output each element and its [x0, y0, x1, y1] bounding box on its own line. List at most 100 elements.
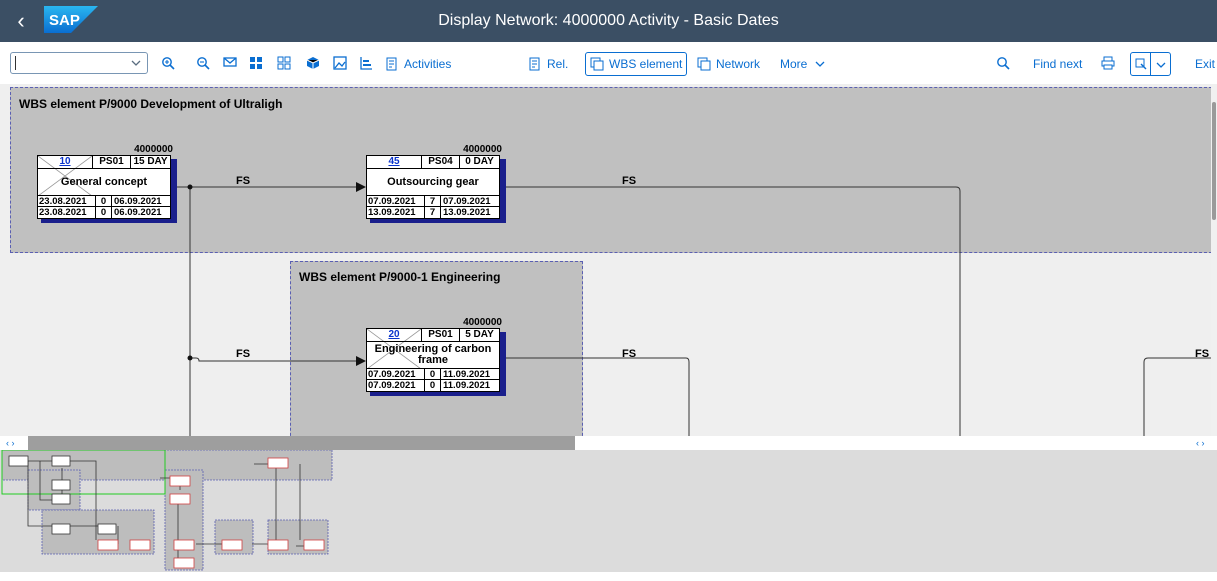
settings-toggle[interactable]: [1130, 52, 1171, 76]
overview-critical-node: [173, 539, 195, 551]
activities-button[interactable]: Activities: [385, 52, 451, 76]
network-number: 4000000: [463, 144, 502, 155]
zoom-out-icon[interactable]: [192, 53, 214, 75]
settings-icon[interactable]: [1131, 53, 1151, 75]
text-caret: [15, 56, 16, 70]
chevron-down-icon[interactable]: [127, 53, 145, 73]
network-label: Network: [716, 57, 761, 71]
date-start: 23.08.2021: [39, 196, 87, 207]
date-finish: 06.09.2021: [111, 207, 170, 218]
vertical-scrollbar[interactable]: [1211, 84, 1217, 436]
activity-name: General concept: [38, 169, 170, 196]
horizontal-scrollbar[interactable]: ‹ › ‹ ›: [0, 436, 1217, 450]
overview-critical-node: [129, 539, 151, 551]
chevron-down-icon[interactable]: [1151, 53, 1171, 75]
junction-dot: [187, 355, 193, 361]
overview-critical-node: [97, 539, 119, 551]
overview-node: [51, 479, 71, 491]
overview-critical-node: [303, 539, 325, 551]
scroll-arrows-icon[interactable]: ‹ ›: [6, 436, 15, 450]
rel-button[interactable]: Rel.: [528, 52, 568, 76]
date-row: 07.09.2021 0 11.09.2021: [367, 380, 499, 391]
duration: 15 DAY: [130, 156, 170, 168]
control-key: PS01: [92, 156, 130, 168]
float: 0: [95, 196, 111, 207]
activity-node[interactable]: 10 PS01 15 DAY General concept 23.08.202…: [37, 144, 177, 223]
activities-label: Activities: [404, 57, 452, 71]
exit-label: Exit: [1195, 57, 1216, 71]
overview-critical-node: [267, 539, 289, 551]
activity-node[interactable]: 45 PS04 0 DAY Outsourcing gear 07.09.202…: [366, 144, 506, 223]
exit-button[interactable]: Exit: [1195, 52, 1215, 76]
float: 0: [424, 369, 440, 380]
float: 7: [424, 207, 440, 218]
node-body: 20 PS01 5 DAY Engineering of carbon fram…: [366, 328, 500, 392]
float: 7: [424, 196, 440, 207]
relationship-label: FS: [1195, 348, 1210, 360]
activity-name: Engineering of carbon frame: [367, 342, 499, 369]
float: 0: [424, 380, 440, 391]
overview-critical-node: [173, 557, 195, 569]
activity-name: Outsourcing gear: [367, 169, 499, 196]
cube-icon[interactable]: [302, 53, 324, 75]
overview-minimap[interactable]: [0, 449, 1217, 572]
date-row: 13.09.2021 7 13.09.2021: [367, 207, 499, 218]
float: 0: [95, 207, 111, 218]
date-finish: 11.09.2021: [440, 369, 499, 380]
find-next-button[interactable]: Find next: [1033, 52, 1082, 76]
title-bar: ‹ SAP Display Network: 4000000 Activity …: [0, 0, 1217, 42]
back-button[interactable]: ‹: [6, 6, 36, 36]
network-button[interactable]: Network: [697, 52, 760, 76]
date-start: 07.09.2021: [368, 196, 416, 207]
network-graphic-canvas[interactable]: WBS element P/9000 Development of Ultral…: [0, 84, 1217, 436]
command-field[interactable]: [10, 52, 148, 74]
relationship-line: [1143, 357, 1217, 436]
activity-node[interactable]: 20 PS01 5 DAY Engineering of carbon fram…: [366, 317, 506, 396]
print-icon[interactable]: [1097, 53, 1119, 75]
scrollbar-thumb[interactable]: [28, 436, 575, 450]
find-next-label: Find next: [1033, 57, 1083, 71]
network-number: 4000000: [134, 144, 173, 155]
date-row: 23.08.2021 0 06.09.2021: [38, 207, 170, 218]
chart-icon[interactable]: [355, 53, 377, 75]
more-label: More: [780, 57, 808, 71]
arrowhead: [356, 182, 366, 192]
relationship-line: [174, 186, 191, 436]
scrollbar-thumb[interactable]: [1212, 102, 1216, 220]
image-icon[interactable]: [329, 53, 351, 75]
grid-icon[interactable]: [245, 53, 267, 75]
network-overview[interactable]: [0, 449, 1217, 572]
node-header: 45 PS04 0 DAY: [367, 156, 499, 169]
date-start: 13.09.2021: [368, 207, 416, 218]
overview-icon[interactable]: [273, 53, 295, 75]
activity-number[interactable]: 10: [38, 156, 92, 168]
date-finish: 07.09.2021: [440, 196, 499, 207]
network-number: 4000000: [463, 317, 502, 328]
mail-icon[interactable]: [219, 53, 241, 75]
activity-number[interactable]: 20: [367, 329, 421, 341]
wbs-element-button[interactable]: WBS element: [585, 52, 688, 76]
relationship-lines: [174, 182, 1217, 436]
arrowhead: [356, 356, 366, 366]
overview-node: [51, 455, 71, 467]
search-icon[interactable]: [992, 53, 1014, 75]
status-strip: [0, 572, 1217, 581]
copy-icon: [697, 57, 711, 71]
junction-dot: [187, 184, 193, 190]
node-header: 10 PS01 15 DAY: [38, 156, 170, 169]
activity-number[interactable]: 45: [367, 156, 421, 168]
duration: 0 DAY: [459, 156, 499, 168]
scroll-arrows-icon[interactable]: ‹ ›: [1196, 436, 1205, 450]
date-row: 07.09.2021 7 07.09.2021: [367, 196, 499, 207]
date-row: 07.09.2021 0 11.09.2021: [367, 369, 499, 380]
more-button[interactable]: More: [780, 52, 825, 76]
chevron-down-icon: [815, 61, 825, 67]
zoom-in-icon[interactable]: [157, 53, 179, 75]
date-start: 23.08.2021: [39, 207, 87, 218]
overview-critical-node: [169, 475, 191, 487]
relationship-line: [500, 357, 690, 436]
date-start: 07.09.2021: [368, 380, 416, 391]
relationship-label: FS: [236, 175, 251, 187]
node-body: 45 PS04 0 DAY Outsourcing gear 07.09.202…: [366, 155, 500, 219]
date-row: 23.08.2021 0 06.09.2021: [38, 196, 170, 207]
